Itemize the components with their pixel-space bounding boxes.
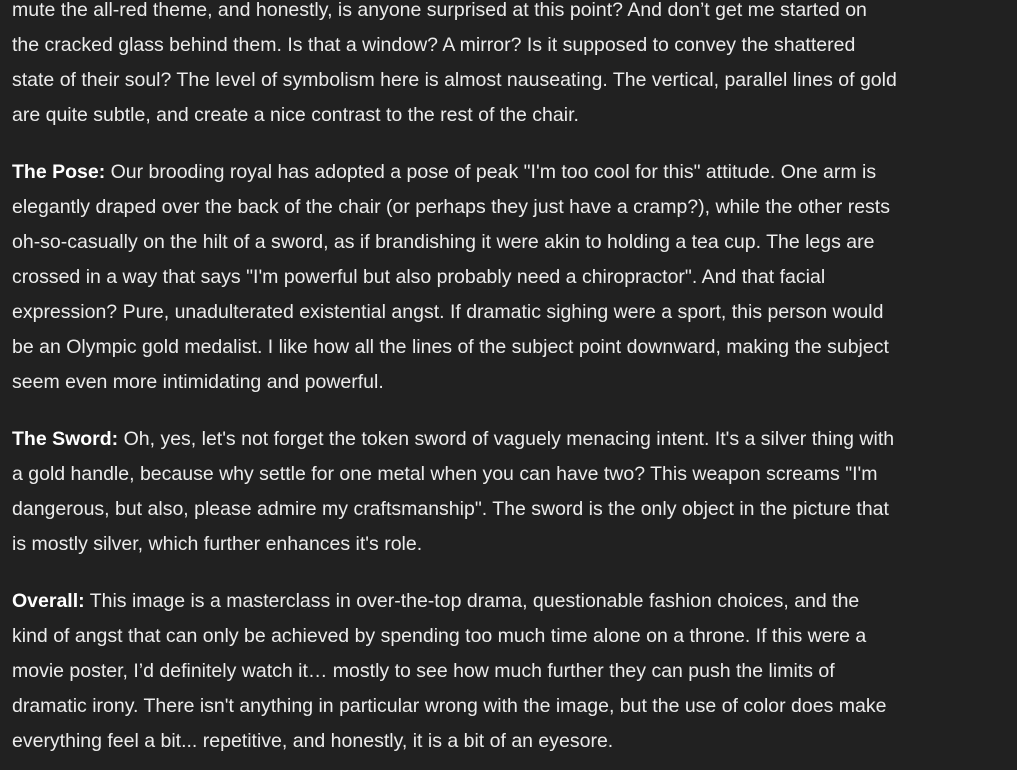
- line-text: kind of angst that can only be achieved …: [12, 625, 867, 647]
- line-text: are quite subtle, and create a nice cont…: [12, 104, 579, 126]
- line-text: dangerous, but also, please admire my cr…: [12, 498, 889, 520]
- text-line: The Sword: Oh, yes, let's not forget the…: [12, 422, 1017, 457]
- text-line: Overall: This image is a masterclass in …: [12, 584, 1017, 619]
- paragraph: The Pose: Our brooding royal has adopted…: [12, 155, 1017, 400]
- text-line: dramatic irony. There isn't anything in …: [12, 689, 1017, 724]
- paragraph-heading: Overall:: [12, 590, 85, 612]
- line-text: Oh, yes, let's not forget the token swor…: [118, 428, 895, 450]
- line-text: This image is a masterclass in over-the-…: [84, 590, 860, 612]
- line-text: mute the all-red theme, and honestly, is…: [12, 0, 867, 21]
- line-text: state of their soul? The level of symbol…: [12, 69, 897, 91]
- line-text: a gold handle, because why settle for on…: [12, 463, 878, 485]
- text-line: movie poster, I’d definitely watch it… m…: [12, 654, 1017, 689]
- line-text: Our brooding royal has adopted a pose of…: [105, 161, 877, 183]
- text-line: is mostly silver, which further enhances…: [12, 527, 1017, 562]
- text-line: a gold handle, because why settle for on…: [12, 457, 1017, 492]
- line-text: is mostly silver, which further enhances…: [12, 533, 423, 555]
- paragraph-heading: The Pose:: [12, 161, 106, 183]
- document-body: mute the all-red theme, and honestly, is…: [0, 0, 1017, 759]
- text-line: state of their soul? The level of symbol…: [12, 63, 1017, 98]
- line-text: movie poster, I’d definitely watch it… m…: [12, 660, 835, 682]
- line-text: dramatic irony. There isn't anything in …: [12, 695, 887, 717]
- paragraph: Overall: This image is a masterclass in …: [12, 584, 1017, 759]
- text-line: kind of angst that can only be achieved …: [12, 619, 1017, 654]
- text-line: everything feel a bit... repetitive, and…: [12, 724, 1017, 759]
- text-line: dangerous, but also, please admire my cr…: [12, 492, 1017, 527]
- line-text: crossed in a way that says "I'm powerful…: [12, 266, 826, 288]
- text-line: mute the all-red theme, and honestly, is…: [12, 0, 1017, 28]
- text-line: expression? Pure, unadulterated existent…: [12, 295, 1017, 330]
- paragraph: The Sword: Oh, yes, let's not forget the…: [12, 422, 1017, 562]
- text-line: crossed in a way that says "I'm powerful…: [12, 260, 1017, 295]
- text-line: are quite subtle, and create a nice cont…: [12, 98, 1017, 133]
- line-text: expression? Pure, unadulterated existent…: [12, 301, 884, 323]
- text-line: The Pose: Our brooding royal has adopted…: [12, 155, 1017, 190]
- paragraph: mute the all-red theme, and honestly, is…: [12, 0, 1017, 133]
- text-line: oh-so-casually on the hilt of a sword, a…: [12, 225, 1017, 260]
- line-text: the cracked glass behind them. Is that a…: [12, 34, 856, 56]
- line-text: everything feel a bit... repetitive, and…: [12, 730, 614, 752]
- text-line: elegantly draped over the back of the ch…: [12, 190, 1017, 225]
- line-text: elegantly draped over the back of the ch…: [12, 196, 890, 218]
- line-text: be an Olympic gold medalist. I like how …: [12, 336, 889, 358]
- paragraph-heading: The Sword:: [12, 428, 119, 450]
- line-text: seem even more intimidating and powerful…: [12, 371, 384, 393]
- text-line: be an Olympic gold medalist. I like how …: [12, 330, 1017, 365]
- text-line: the cracked glass behind them. Is that a…: [12, 28, 1017, 63]
- text-line: seem even more intimidating and powerful…: [12, 365, 1017, 400]
- line-text: oh-so-casually on the hilt of a sword, a…: [12, 231, 875, 253]
